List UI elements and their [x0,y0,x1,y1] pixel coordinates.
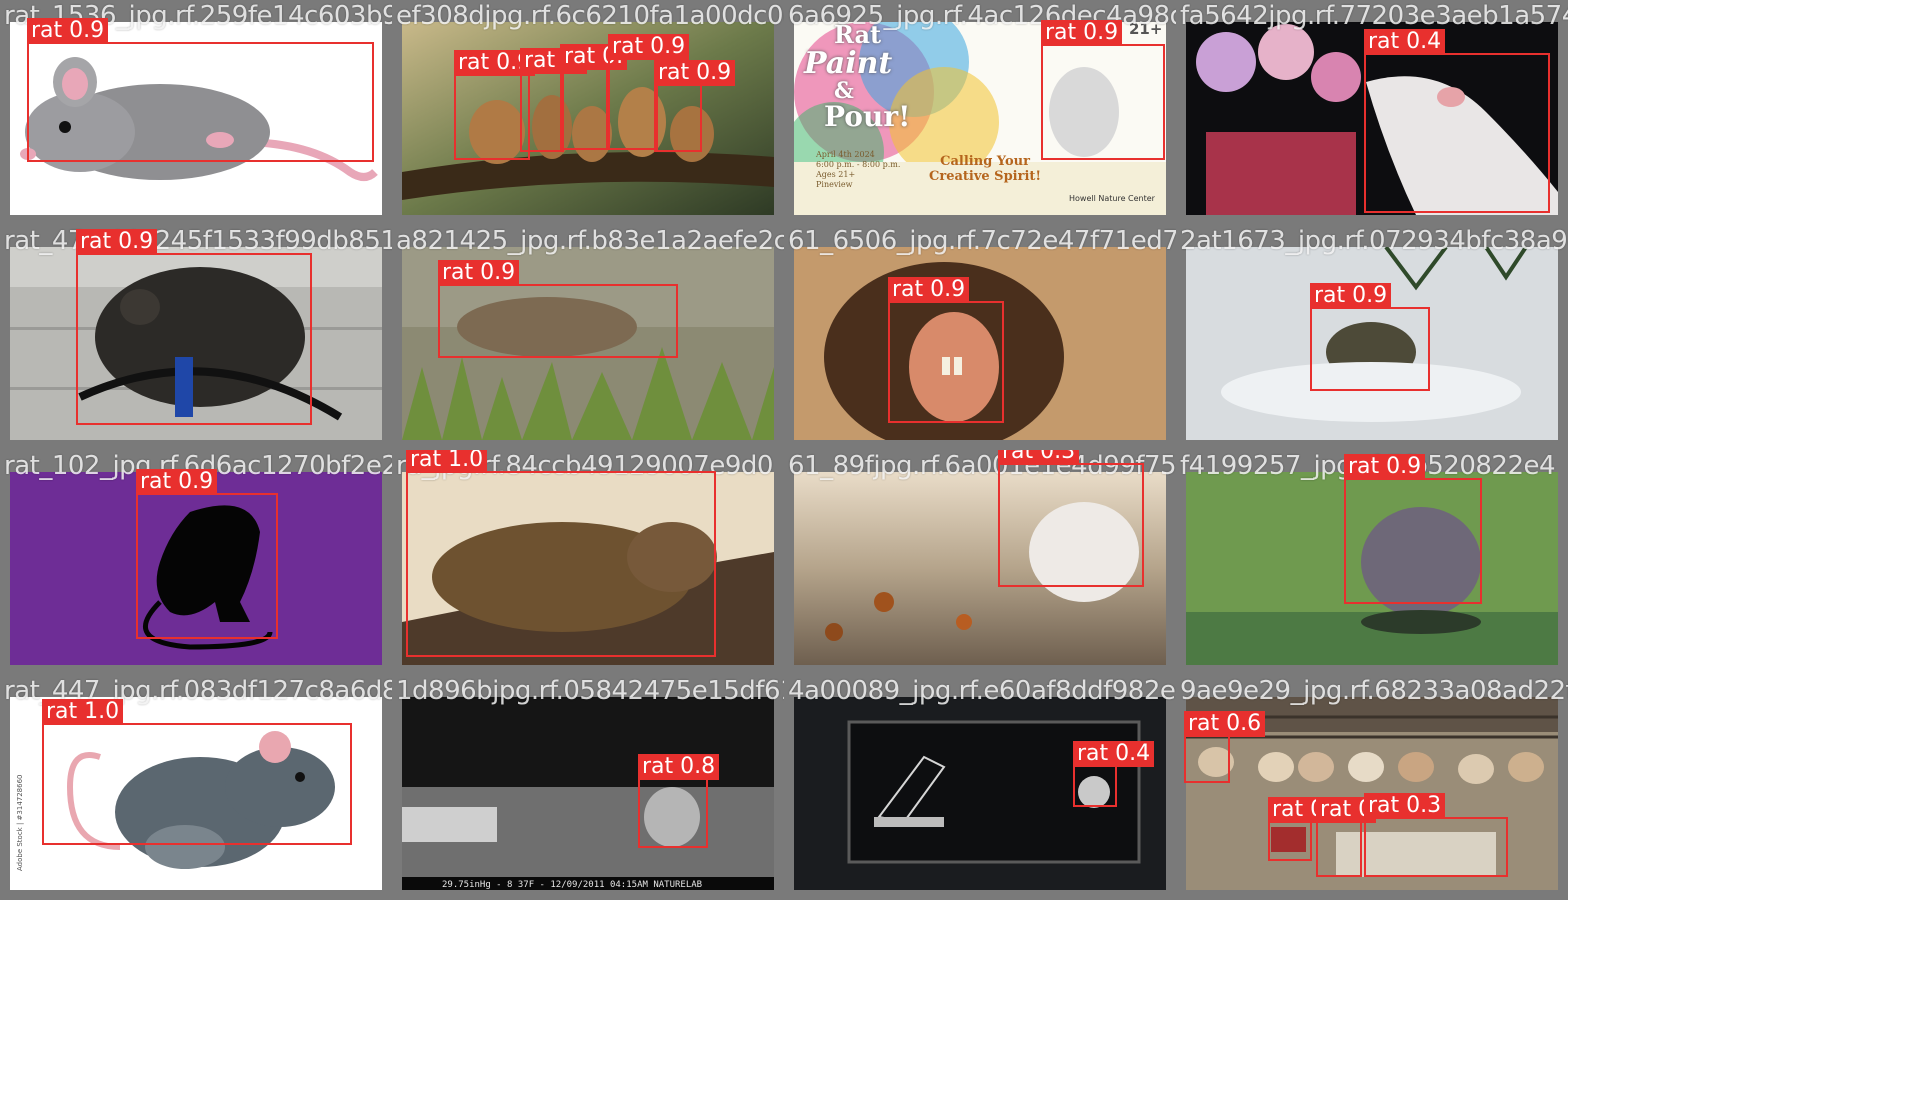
bounding-box: rat 0.9 [1310,283,1430,391]
detection-label: rat 0.9 [136,469,218,495]
tile-15: 4a00089_jpg.rf.e60af8ddf982e670c rat 0.4 [784,675,1176,900]
detection-label: rat 0.4 [1364,29,1446,55]
bounding-box: rat 1.0 [406,450,716,657]
detection-label: rat 0.9 [1041,20,1123,46]
tile-10: ra_jpg.rf.84ccb49129007e9d0 rat 1.0 [392,450,784,675]
detection-label: rat 0.4 [1073,741,1155,767]
filename-label: 61_6506_jpg.rf.7c72e47f71ed77f775 [788,226,1176,256]
tile-14: 29.75inHg - 8 37F - 12/09/2011 04:15AM N… [392,675,784,900]
poster-time: 6:00 p.m. - 8:00 p.m. [816,160,901,169]
detection-label: rat 0.6 [1184,711,1266,737]
photo-trail-camera: 29.75inHg - 8 37F - 12/09/2011 04:15AM N… [402,697,774,890]
bounding-box: rat 0 [1268,797,1329,861]
bounding-box: rat 0.6 [1184,711,1266,783]
filename-label: 1d896bjpg.rf.05842475e15df61426 [396,676,784,706]
poster-org: Howell Nature Center [1069,194,1155,203]
bounding-box: rat 0.9 [136,469,278,639]
bounding-box: rat 0. [520,48,588,152]
tile-2: ef308djpg.rf.6c6210fa1a00dc0ef10 rat 0.9… [392,0,784,225]
camera-stamp: 29.75inHg - 8 37F - 12/09/2011 04:15AM N… [442,880,703,890]
tile-5: rat_47 a44a245f1533f99db851 rat 0.9 [0,225,392,450]
bounding-box: rat 0. [560,44,628,150]
poster-place: Pineview [816,180,853,189]
filename-label: 2at1673_jpg.rf.072934bfc38a9453c1 [1180,226,1568,256]
filename-label: ef308djpg.rf.6c6210fa1a00dc0ef10 [396,1,784,31]
poster-ages: Ages 21+ [816,170,856,179]
bounding-box: rat 0.4 [1073,741,1155,807]
bounding-box: rat 0.9 [888,277,1004,423]
poster-slogan-1: Calling Your [940,154,1030,169]
bounding-box: rat 1.0 [42,699,352,845]
detection-grid: rat_1536_jpg.rf.259fe14c603b95605 rat 0.… [0,0,1920,1100]
bounding-box: rat 0.3 [998,450,1144,587]
detection-label: rat 0.3 [998,450,1080,465]
poster-title-2: Paint [804,46,893,81]
trail-camera-image [402,697,774,890]
filename-label: a821425_jpg.rf.b83e1a2aefe2cfebe4 [396,226,784,256]
tile-11: 61_89fjpg.rf.6a001e1e4d99f759f rat 0.3 [784,450,1176,675]
bounding-box: rat 0 [1316,797,1377,877]
tile-8: 2at1673_jpg.rf.072934bfc38a9453c1 rat 0.… [1176,225,1568,450]
detection-label: rat 0.8 [638,754,720,780]
bounding-box: rat 0.4 [1364,29,1550,213]
filename-label: 9ae9e29_jpg.rf.68233a08ad22f870 [1180,676,1568,706]
detection-label: rat 0.9 [27,18,109,44]
poster-text: Rat Paint & Pour! [804,22,910,132]
filename-label: rat_47 a44a245f1533f99db851 [4,226,392,256]
detection-label: rat 0.9 [888,277,970,303]
tile-4: fa5642jpg.rf.77203e3aeb1a574f9 rat 0.4 [1176,0,1568,225]
tile-3: Rat Paint & Pour! 21+ April 4th 2024 6:0… [784,0,1176,225]
tile-6: a821425_jpg.rf.b83e1a2aefe2cfebe4 rat 0.… [392,225,784,450]
detection-label: rat 0.9 [438,260,520,286]
tile-12: f4199257_jpg.rf 7fb520822e4 rat 0.9 [1176,450,1568,675]
filename-label: 4a00089_jpg.rf.e60af8ddf982e670c [788,676,1176,706]
detection-label: rat 0.9 [1344,454,1426,480]
stock-watermark: Adobe Stock | #314728660 [16,774,24,872]
poster-slogan-2: Creative Spirit! [929,169,1042,184]
detection-label: rat 0.3 [1364,793,1446,819]
tile-9: rat_102_jpg.rf.6d6ac1270bf2e2aeb3 rat 0.… [0,450,392,675]
tile-16: 9ae9e29_jpg.rf.68233a08ad22f870 rat 0.6 … [1176,675,1568,900]
bounding-box: rat 0.9 [1041,20,1165,160]
detection-label: rat 0.9 [76,229,158,255]
poster-slogan: Calling Your Creative Spirit! [929,154,1041,184]
poster-title-3: & [834,78,854,104]
detection-label: rat 0.9 [654,60,736,86]
poster-date: April 4th 2024 [816,150,875,159]
tile-13: Adobe Stock | #314728660 rat_447_jpg.rf.… [0,675,392,900]
bounding-box: rat 0.9 [654,60,736,152]
bounding-box: rat 0.9 [1344,454,1482,604]
tile-7: 61_6506_jpg.rf.7c72e47f71ed77f775 rat 0.… [784,225,1176,450]
bounding-box: rat 0.9 [27,18,374,162]
detection-label: rat 0.9 [1310,283,1392,309]
filename-label: fa5642jpg.rf.77203e3aeb1a574f9 [1180,1,1568,31]
bounding-box: rat 0.3 [1364,793,1508,877]
poster-details: April 4th 2024 6:00 p.m. - 8:00 p.m. Age… [816,150,900,190]
bounding-box: rat 0.9 [438,260,678,358]
poster-title-4: Pour! [824,100,911,133]
bounding-box: rat 0.9 [454,50,536,160]
bounding-box: rat 0.9 [76,229,312,425]
detection-label: rat 0.9 [608,34,690,60]
bounding-box: rat 0.8 [638,754,720,848]
detection-label: rat 1.0 [42,699,124,725]
detection-label: rat 1.0 [406,450,488,473]
tile-1: rat_1536_jpg.rf.259fe14c603b95605 rat 0.… [0,0,392,225]
bounding-box: rat 0.9 [608,34,690,150]
